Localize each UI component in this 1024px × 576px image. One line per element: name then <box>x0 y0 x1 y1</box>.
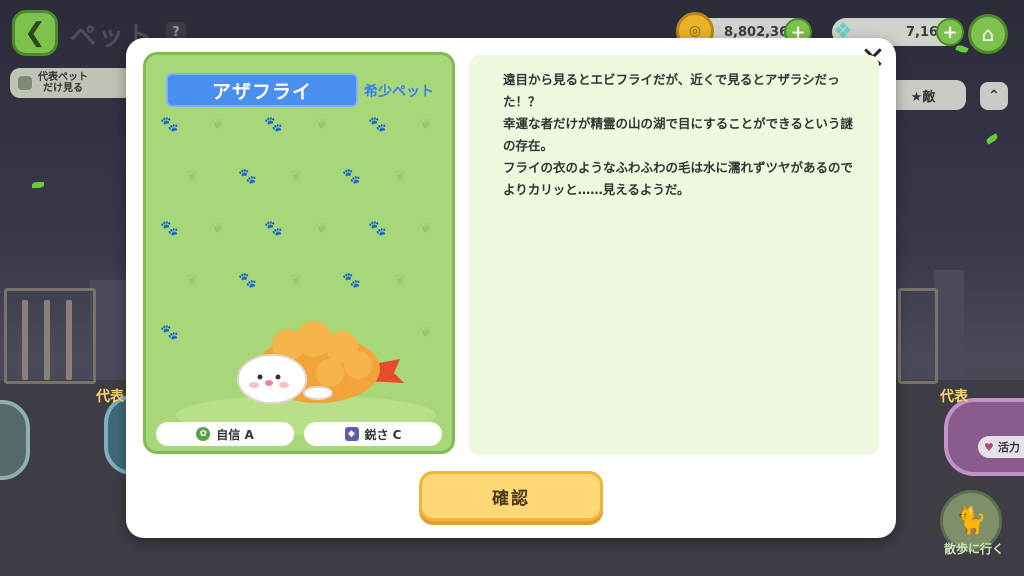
fence-railing <box>898 288 938 384</box>
home-button[interactable]: ⌂ <box>968 14 1008 54</box>
rarity-label: 希少ペット <box>364 84 434 100</box>
fence-post <box>22 300 28 380</box>
description-panel: 遠目から見るとエビフライだが、近くで見るとアザラシだった！？ 幸運な者だけが精霊… <box>469 55 879 455</box>
sort-direction-button[interactable]: ⌃ <box>980 82 1008 110</box>
add-gem-button[interactable]: + <box>936 18 964 46</box>
falling-leaf-icon <box>32 182 44 188</box>
city-building <box>934 270 964 380</box>
fried-shrimp-seal-pet-image <box>237 321 404 404</box>
vitality-label: 活力 <box>997 441 1020 454</box>
vitality-badge: ♥ 活力 <box>978 436 1024 458</box>
sharpness-label: 鋭さ C <box>364 427 402 442</box>
confidence-stat: ✿ 自信 A <box>156 422 294 446</box>
confirm-button[interactable]: 確認 <box>419 471 603 521</box>
walk-label: 散歩に行く <box>943 542 1004 556</box>
representative-tag: 代表 <box>96 389 124 405</box>
representative-filter-toggle[interactable]: 代表ペット だけ見る <box>10 68 134 98</box>
pet-description: 遠目から見るとエビフライだが、近くで見るとアザラシだった！？ 幸運な者だけが精霊… <box>503 72 854 197</box>
confidence-label: 自信 A <box>216 427 254 442</box>
filter-label: 代表ペット だけ見る <box>38 72 88 94</box>
fence-post <box>44 300 50 380</box>
heart-icon: ♥ <box>984 440 994 454</box>
fence-railing <box>4 288 96 384</box>
confidence-icon: ✿ <box>196 427 211 441</box>
back-button[interactable]: ❮ <box>12 10 58 56</box>
go-walk-button[interactable]: 🐈 散歩に行く <box>934 490 1014 570</box>
representative-tag: 代表 <box>940 389 968 405</box>
city-building <box>90 280 130 380</box>
fence-post <box>66 300 72 380</box>
sharpness-stat: ◆ 鋭さ C <box>304 422 442 446</box>
sharpness-icon: ◆ <box>344 427 359 441</box>
falling-leaf-icon <box>985 133 999 145</box>
pet-name-label: アザフライ <box>166 73 358 107</box>
falling-leaf-icon <box>955 44 969 54</box>
checkbox[interactable] <box>18 76 32 90</box>
pet-portrait-panel: 🐾 ❦ 🐾 ❦ 🐾 ❦ ❦ 🐾 ❦ 🐾 ❦ 🐾 ❦ 🐾 ❦ 🐾 ❦ ❦ 🐾 ❦ 🐾 ❦ 🐾 ❦ アザフライ 希少ペット… <box>143 52 455 454</box>
